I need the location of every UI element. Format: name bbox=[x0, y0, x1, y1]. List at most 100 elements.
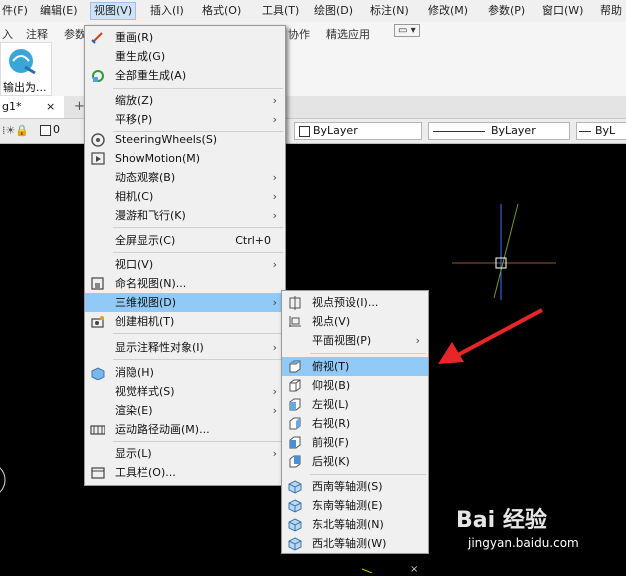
menu-item-left-view[interactable]: 左视(L) bbox=[282, 395, 428, 414]
menu-item-regen-all[interactable]: 全部重生成(A) bbox=[85, 66, 285, 85]
menu-item-viewpoint-presets[interactable]: 视点预设(I)... bbox=[282, 293, 428, 312]
menu-item-front-view[interactable]: 前视(F) bbox=[282, 433, 428, 452]
annotation-arrow-icon bbox=[438, 308, 543, 364]
menu-item-steeringwheels[interactable]: SteeringWheels(S) bbox=[85, 130, 285, 149]
lineweight-preview-icon bbox=[579, 131, 591, 132]
menu-item-named-views[interactable]: 命名视图(N)... bbox=[85, 274, 285, 293]
linetype-value: ByLayer bbox=[491, 124, 536, 137]
menu-item-sw-iso[interactable]: 西南等轴测(S) bbox=[282, 477, 428, 496]
menu-tools[interactable]: 工具(T) bbox=[262, 3, 299, 19]
menu-window[interactable]: 窗口(W) bbox=[542, 3, 583, 19]
menu-help[interactable]: 帮助( bbox=[600, 3, 626, 33]
shortcut-label: Ctrl+0 bbox=[235, 234, 271, 247]
menu-item-regen[interactable]: 重生成(G) bbox=[85, 47, 285, 66]
cube-front-icon bbox=[289, 436, 301, 449]
menu-item-render[interactable]: 渲染(E) › bbox=[85, 401, 285, 420]
chevron-right-icon: › bbox=[272, 190, 277, 203]
close-icon[interactable]: × bbox=[46, 96, 55, 118]
chevron-right-icon: › bbox=[272, 209, 277, 222]
menu-item-right-view[interactable]: 右视(R) bbox=[282, 414, 428, 433]
menu-edit[interactable]: 编辑(E) bbox=[40, 3, 78, 19]
layer-color-icon bbox=[40, 125, 51, 136]
menu-insert[interactable]: 插入(I) bbox=[150, 3, 184, 19]
chevron-right-icon: › bbox=[272, 258, 277, 271]
menu-item-showmotion[interactable]: ShowMotion(M) bbox=[85, 149, 285, 168]
ribbon-tab-apps[interactable]: 精选应用 bbox=[326, 26, 370, 42]
menu-item-camera[interactable]: 相机(C) › bbox=[85, 187, 285, 206]
ribbon-tab-parameters[interactable]: 参数 bbox=[64, 26, 86, 42]
ribbon-tab-collab[interactable]: 协作 bbox=[288, 26, 310, 42]
menu-item-display[interactable]: 显示(L) › bbox=[85, 444, 285, 463]
motion-path-icon bbox=[90, 425, 105, 435]
ribbon-tab-insert[interactable]: 入 bbox=[2, 26, 13, 42]
menu-item-motion-path[interactable]: 运动路径动画(M)... bbox=[85, 420, 285, 439]
menu-item-viewports[interactable]: 视口(V) › bbox=[85, 255, 285, 274]
menu-item-hide[interactable]: 消隐(H) bbox=[85, 363, 285, 382]
chevron-right-icon: › bbox=[272, 171, 277, 184]
menu-item-3d-views[interactable]: 三维视图(D) › bbox=[85, 293, 285, 312]
chevron-right-icon: › bbox=[415, 334, 420, 347]
menu-modify[interactable]: 修改(M) bbox=[428, 3, 468, 19]
export-label: 输出为... bbox=[3, 81, 47, 94]
menu-item-top-view[interactable]: 俯视(T) bbox=[282, 357, 428, 376]
menu-dimension[interactable]: 标注(N) bbox=[370, 3, 409, 19]
menu-item-redraw[interactable]: 重画(R) bbox=[85, 28, 285, 47]
iso-ne-icon bbox=[288, 518, 302, 532]
menu-item-ne-iso[interactable]: 东北等轴测(N) bbox=[282, 515, 428, 534]
menu-item-orbit[interactable]: 动态观察(B) › bbox=[85, 168, 285, 187]
color-value: ByLayer bbox=[313, 124, 358, 137]
iso-sw-icon bbox=[288, 480, 302, 494]
document-tab-label: g1* bbox=[2, 100, 22, 113]
watermark-logo: Bai 经验 bbox=[456, 508, 547, 533]
menu-item-create-camera[interactable]: 创建相机(T) bbox=[85, 312, 285, 331]
layer-state-icon[interactable]: ⁞☀🔒 bbox=[2, 124, 29, 137]
menu-file[interactable]: 件(F) bbox=[2, 3, 28, 19]
menu-parameters[interactable]: 参数(P) bbox=[488, 3, 525, 19]
menu-item-zoom[interactable]: 缩放(Z) › bbox=[85, 91, 285, 110]
watermark-url: jingyan.baidu.com bbox=[468, 536, 579, 550]
iso-se-icon bbox=[288, 499, 302, 513]
toolbar-icon bbox=[91, 467, 105, 479]
cube-back-icon bbox=[289, 455, 301, 468]
redraw-icon bbox=[91, 32, 103, 44]
menu-item-visual-styles[interactable]: 视觉样式(S) › bbox=[85, 382, 285, 401]
menu-item-viewpoint[interactable]: 视点(V) bbox=[282, 312, 428, 331]
cube-right-icon bbox=[289, 417, 301, 430]
showmotion-icon bbox=[91, 152, 105, 165]
chevron-right-icon: › bbox=[272, 447, 277, 460]
color-swatch-icon bbox=[299, 126, 310, 137]
export-button[interactable]: 输出为... bbox=[0, 42, 52, 96]
layer-name[interactable]: 0 bbox=[53, 123, 60, 136]
camera-icon bbox=[91, 316, 104, 328]
cube-top-icon bbox=[289, 360, 301, 373]
menu-format[interactable]: 格式(O) bbox=[202, 3, 241, 19]
menu-item-walk-fly[interactable]: 漫游和飞行(K) › bbox=[85, 206, 285, 225]
chevron-right-icon: › bbox=[272, 94, 277, 107]
menu-item-plan-view[interactable]: 平面视图(P) › bbox=[282, 331, 428, 350]
ribbon-tab-annotate[interactable]: 注释 bbox=[26, 26, 48, 42]
menu-item-fullscreen[interactable]: 全屏显示(C) Ctrl+0 bbox=[85, 231, 285, 250]
viewpoint-icon bbox=[289, 316, 301, 327]
menu-item-back-view[interactable]: 后视(K) bbox=[282, 452, 428, 471]
menu-item-se-iso[interactable]: 东南等轴测(E) bbox=[282, 496, 428, 515]
linetype-select[interactable]: ByLayer bbox=[428, 122, 570, 140]
document-tab[interactable]: g1* × bbox=[0, 96, 64, 118]
menu-item-annotative[interactable]: 显示注释性对象(I) › bbox=[85, 338, 285, 357]
menu-item-toolbars[interactable]: 工具栏(O)... bbox=[85, 463, 285, 482]
menu-item-nw-iso[interactable]: 西北等轴测(W) bbox=[282, 534, 428, 553]
ribbon-options-icon[interactable]: ▭ ▾ bbox=[394, 24, 420, 37]
cube-left-icon bbox=[289, 398, 301, 411]
lineweight-select[interactable]: ByL bbox=[576, 122, 626, 140]
view-menu: 重画(R) 重生成(G) 全部重生成(A) 缩放(Z) › 平移(P) › Stee… bbox=[84, 25, 286, 486]
menu-draw[interactable]: 绘图(D) bbox=[314, 3, 353, 19]
menu-item-pan[interactable]: 平移(P) › bbox=[85, 110, 285, 129]
chevron-right-icon: › bbox=[272, 113, 277, 126]
chevron-right-icon: › bbox=[272, 385, 277, 398]
steering-wheel-icon bbox=[91, 133, 105, 147]
color-select[interactable]: ByLayer bbox=[294, 122, 422, 140]
cube-bottom-icon bbox=[289, 379, 301, 392]
menu-item-bottom-view[interactable]: 仰视(B) bbox=[282, 376, 428, 395]
line-preview-icon bbox=[433, 131, 485, 132]
viewpoint-presets-icon bbox=[289, 296, 301, 310]
menu-view[interactable]: 视图(V) bbox=[90, 2, 137, 20]
